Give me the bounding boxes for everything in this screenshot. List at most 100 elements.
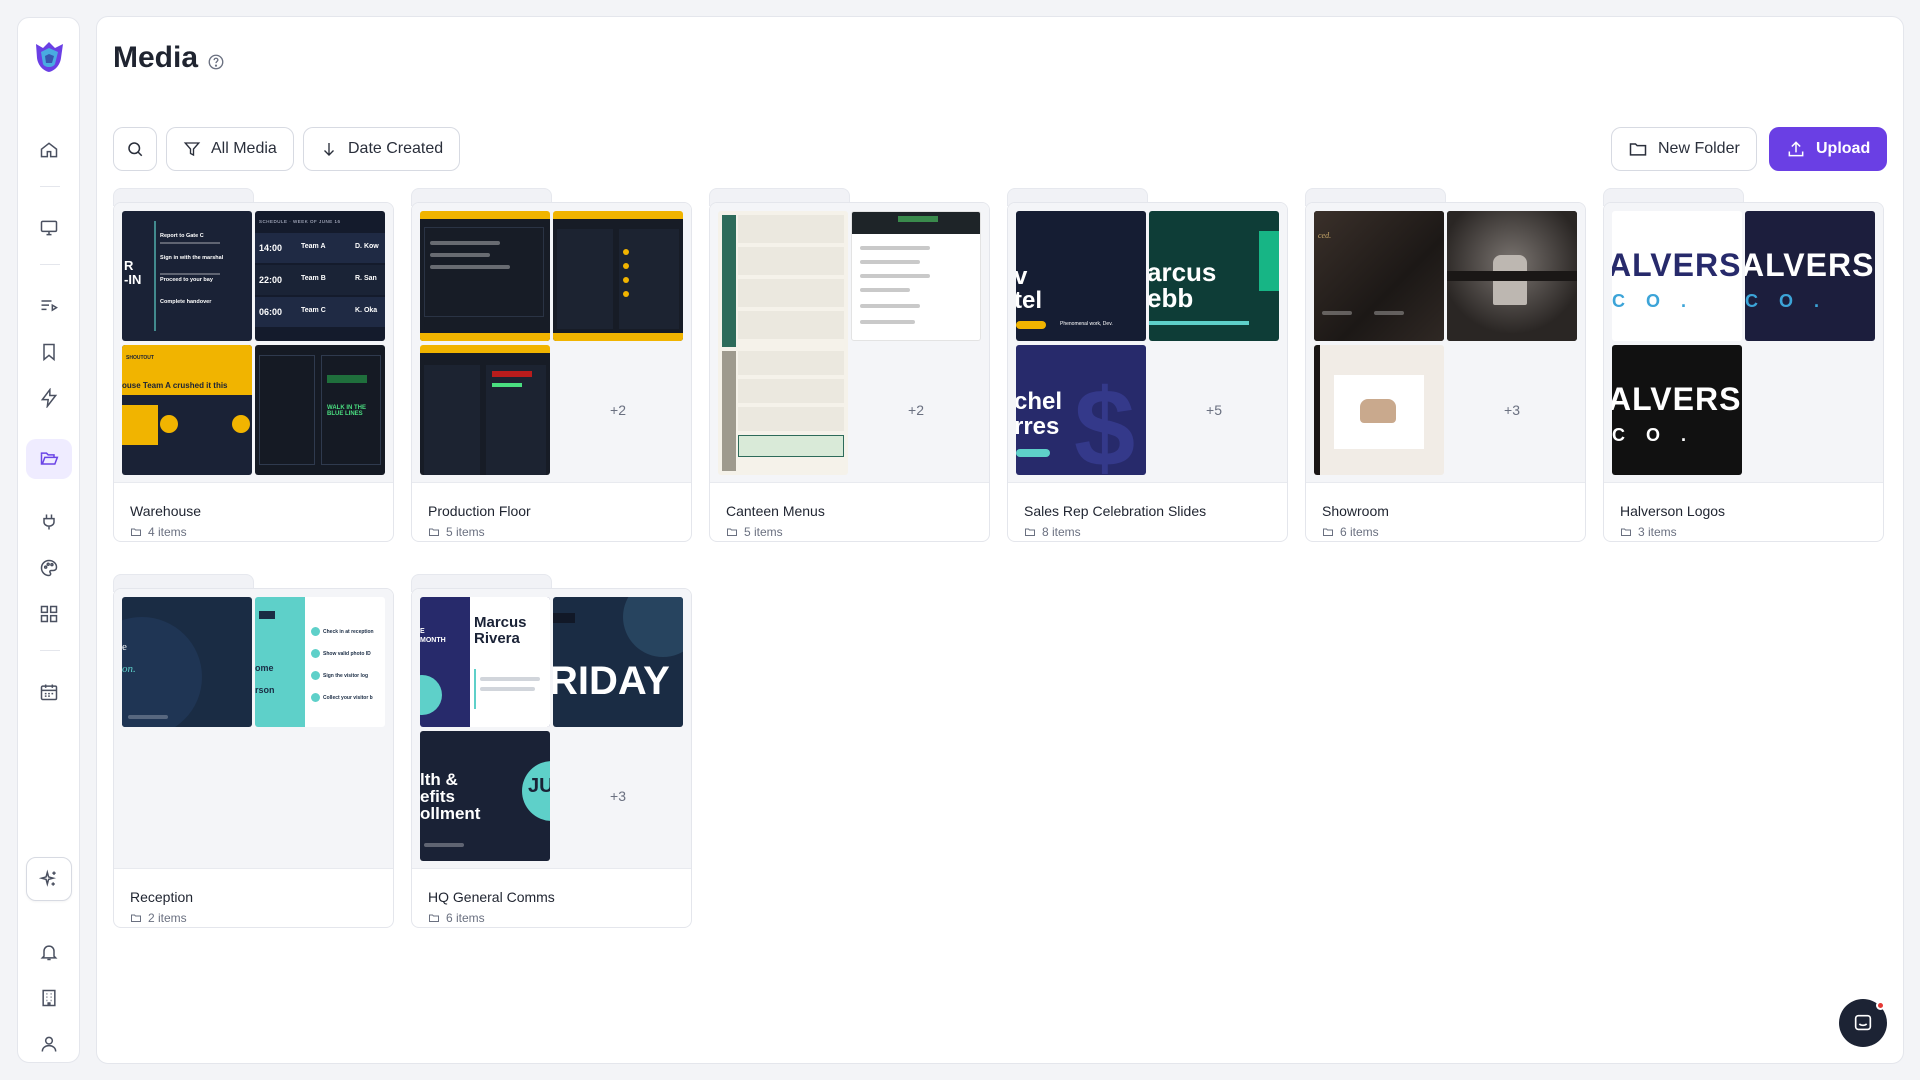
upload-label: Upload xyxy=(1816,140,1871,157)
sort-button[interactable]: Date Created xyxy=(303,127,461,171)
folder-card-reception[interactable]: e on. ome rson Check in at reception Sho… xyxy=(113,574,394,928)
folder-body: +2 Canteen Menus 5 items xyxy=(709,202,990,542)
folder-card-canteen-menus[interactable]: +2 Canteen Menus 5 items xyxy=(709,188,990,542)
folder-body: v tel Phenomenal work, Dev. arcus ebb $ … xyxy=(1007,202,1288,542)
help-icon[interactable] xyxy=(207,53,225,71)
bookmark-icon xyxy=(43,343,55,362)
folder-count: 5 items xyxy=(726,525,783,539)
filter-icon xyxy=(183,142,201,157)
folder-card-warehouse[interactable]: R -IN Report to Gate C Sign in with the … xyxy=(113,188,394,542)
folder-count: 2 items xyxy=(130,911,187,925)
media-thumbnail: ALVERS C O . xyxy=(1745,211,1875,341)
upload-button[interactable]: Upload xyxy=(1769,127,1888,171)
folder-body: ced. +3 Showroom 6 items xyxy=(1305,202,1586,542)
folder-icon xyxy=(131,528,141,536)
nav-notifications[interactable] xyxy=(26,932,72,972)
media-thumbnail: ome rson Check in at reception Show vali… xyxy=(255,597,385,727)
media-thumbnail: v tel Phenomenal work, Dev. xyxy=(1016,211,1146,341)
folder-name: Reception xyxy=(130,889,194,905)
nav-apps[interactable] xyxy=(26,594,72,634)
nav-divider xyxy=(40,650,60,651)
more-count: +3 xyxy=(1504,402,1520,418)
folder-count-text: 2 items xyxy=(148,911,187,925)
new-folder-button[interactable]: New Folder xyxy=(1611,127,1757,171)
notification-dot xyxy=(1876,1001,1885,1010)
folder-count: 6 items xyxy=(428,911,485,925)
nav-themes[interactable] xyxy=(26,548,72,588)
sidebar xyxy=(17,17,80,1063)
folder-icon xyxy=(1323,528,1333,536)
nav-playlists[interactable] xyxy=(26,286,72,326)
media-thumbnail: ALVERS C O . xyxy=(1612,345,1742,475)
nav-screens[interactable] xyxy=(26,208,72,248)
filter-button[interactable]: All Media xyxy=(166,127,294,171)
folder-thumbnails: ALVERS C O . ALVERS C O . ALVERS C O . xyxy=(1604,203,1883,483)
folder-thumbnails: e on. ome rson Check in at reception Sho… xyxy=(114,589,393,869)
folder-icon xyxy=(1621,528,1631,536)
plug-icon xyxy=(43,514,55,530)
nav-schedule[interactable] xyxy=(26,672,72,712)
folder-body: R -IN Report to Gate C Sign in with the … xyxy=(113,202,394,542)
main-panel: Media All Media Date Created New Folder … xyxy=(96,16,1904,1064)
folder-icon xyxy=(429,914,439,922)
chat-icon xyxy=(1854,1014,1872,1031)
folder-thumbnails: R -IN Report to Gate C Sign in with the … xyxy=(114,203,393,483)
media-thumbnail xyxy=(1314,345,1444,475)
nav-media[interactable] xyxy=(26,439,72,479)
palette-icon xyxy=(40,559,58,577)
media-thumbnail xyxy=(851,211,981,341)
folder-card-production-floor[interactable]: +2 Production Floor 5 items xyxy=(411,188,692,542)
sort-label: Date Created xyxy=(348,140,444,157)
nav-divider xyxy=(40,264,60,265)
folder-card-halverson-logos[interactable]: ALVERS C O . ALVERS C O . ALVERS C O . H… xyxy=(1603,188,1884,542)
folder-count: 6 items xyxy=(1322,525,1379,539)
folder-name: Halverson Logos xyxy=(1620,503,1726,519)
search-button[interactable] xyxy=(113,127,157,171)
folder-count-text: 8 items xyxy=(1042,525,1081,539)
ai-assistant-button[interactable] xyxy=(26,857,72,901)
user-icon xyxy=(41,1036,57,1052)
folder-thumbnails: +2 xyxy=(412,203,691,483)
folder-card-showroom[interactable]: ced. +3 Showroom 6 items xyxy=(1305,188,1586,542)
more-count: +2 xyxy=(610,402,626,418)
media-thumbnail xyxy=(718,211,848,475)
media-thumbnail xyxy=(420,211,550,341)
folder-count: 4 items xyxy=(130,525,187,539)
folder-card-sales-rep-celebration[interactable]: v tel Phenomenal work, Dev. arcus ebb $ … xyxy=(1007,188,1288,542)
nav-saved[interactable] xyxy=(26,332,72,372)
nav-integrations[interactable] xyxy=(26,502,72,542)
folder-card-hq-general-comms[interactable]: E MONTH Marcus Rivera RIDAY JU lth & xyxy=(411,574,692,928)
folder-name: HQ General Comms xyxy=(428,889,555,905)
nav-automations[interactable] xyxy=(26,378,72,418)
app-logo[interactable] xyxy=(33,38,66,75)
folder-body: e on. ome rson Check in at reception Sho… xyxy=(113,588,394,928)
building-icon xyxy=(42,989,56,1007)
apps-grid-icon xyxy=(40,605,58,623)
folder-count: 5 items xyxy=(428,525,485,539)
bell-icon xyxy=(40,945,58,961)
nav-profile[interactable] xyxy=(26,1024,72,1064)
search-icon xyxy=(128,142,143,157)
folder-name: Production Floor xyxy=(428,503,531,519)
folder-count-text: 5 items xyxy=(744,525,783,539)
folder-count-text: 4 items xyxy=(148,525,187,539)
folder-thumbnails: ced. +3 xyxy=(1306,203,1585,483)
playlist-icon xyxy=(41,300,58,312)
chat-launcher-button[interactable] xyxy=(1839,999,1887,1047)
media-thumbnail xyxy=(553,211,683,341)
media-thumbnail: e on. xyxy=(122,597,252,727)
monitor-icon xyxy=(40,220,58,236)
folder-count: 8 items xyxy=(1024,525,1081,539)
media-thumbnail: JU lth & efits ollment xyxy=(420,731,550,861)
folder-icon xyxy=(429,528,439,536)
media-thumbnail: SCHEDULE · WEEK OF JUNE 16 14:00 22:00 0… xyxy=(255,211,385,341)
page-title: Media xyxy=(113,41,199,74)
nav-home[interactable] xyxy=(26,130,72,170)
media-thumbnail: arcus ebb xyxy=(1149,211,1279,341)
folder-body: ALVERS C O . ALVERS C O . ALVERS C O . H… xyxy=(1603,202,1884,542)
folder-icon xyxy=(1629,143,1647,156)
media-thumbnail xyxy=(1447,211,1577,341)
media-thumbnail: ced. xyxy=(1314,211,1444,341)
nav-organization[interactable] xyxy=(26,978,72,1018)
folder-thumbnails: v tel Phenomenal work, Dev. arcus ebb $ … xyxy=(1008,203,1287,483)
